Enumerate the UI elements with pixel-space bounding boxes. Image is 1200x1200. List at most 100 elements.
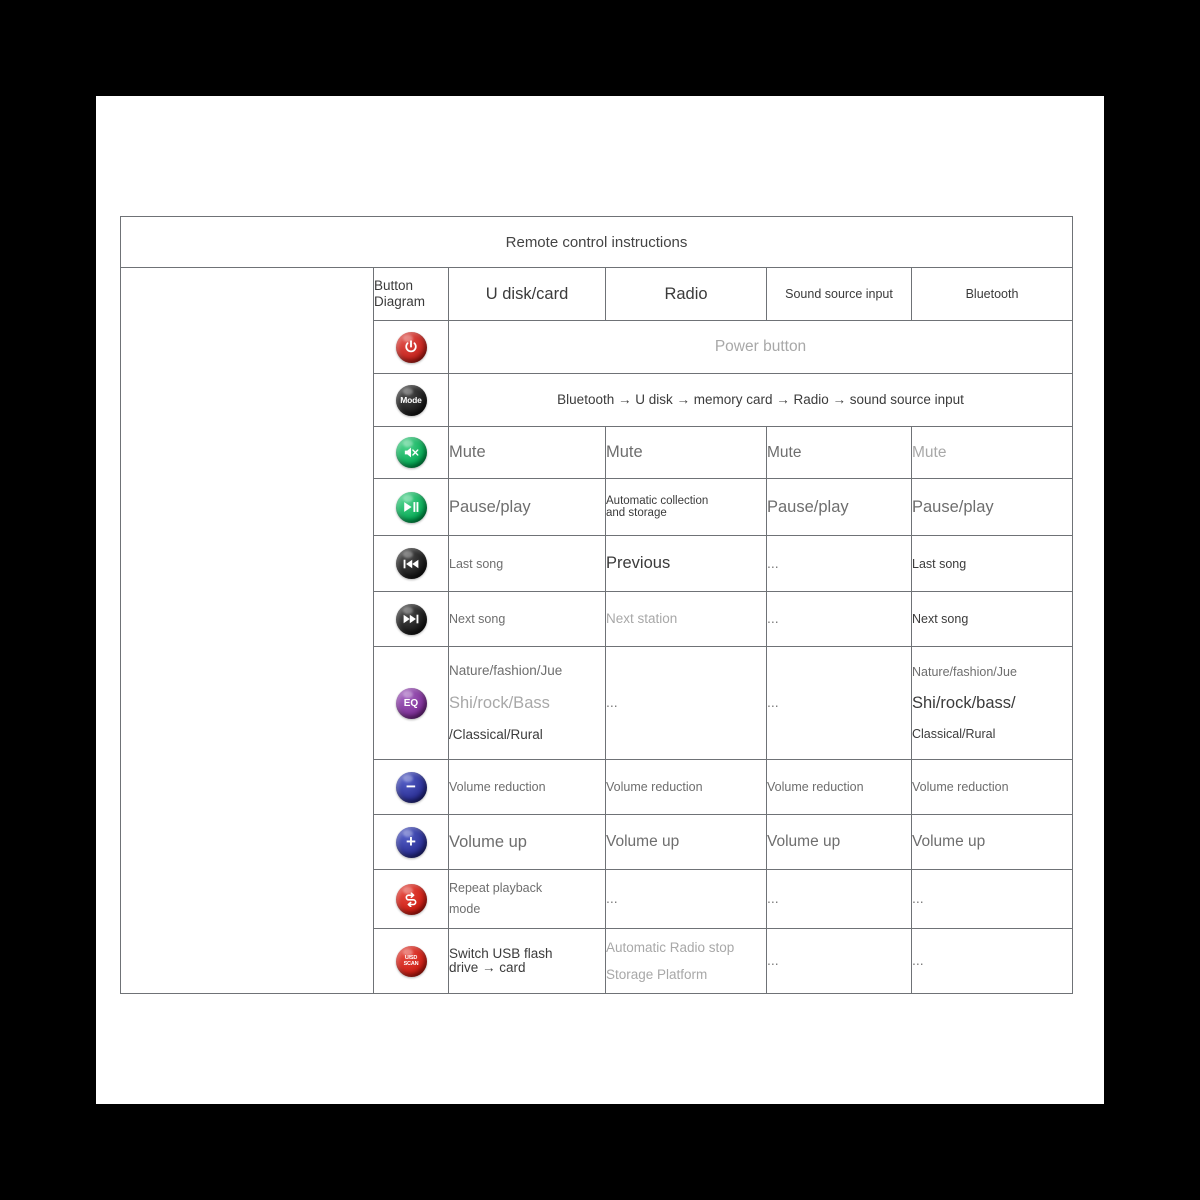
play-pause-button-icon [395,491,427,523]
eq-bluetooth-line3: Classical/Rural [912,727,996,741]
cell-volume-up-aux: Volume up [766,814,912,870]
eq-icon-label: EQ [403,697,419,709]
next-radio-text: Next station [606,611,678,626]
cell-mode-description: Bluetooth → U disk → memory card → Radio… [447,373,1074,427]
play-aux-text: Pause/play [767,497,849,516]
document-page: Mode [96,96,1104,1104]
header-button-diagram: Button Diagram [373,267,449,321]
volume-up-aux-text: Volume up [767,833,841,850]
mode-icon-label: Mode [400,395,422,405]
cell-repeat-u-disk: Repeat playback mode [448,869,606,929]
cell-volume-up-radio: Volume up [605,814,767,870]
usd-radio-line2: Storage Platform [606,967,708,982]
cell-mute-u-disk: Mute [448,426,606,479]
cell-play-bluetooth: Pause/play [910,478,1074,536]
usd-icon-line-2: SCAN [403,961,419,967]
volume-up-bluetooth-text: Volume up [912,833,986,850]
minus-icon: − [406,777,416,796]
header-bluetooth: Bluetooth [910,267,1074,321]
row-icon-previous [373,535,449,592]
previous-bluetooth-text: Last song [912,556,967,571]
cell-repeat-radio: ... [605,869,767,929]
screenshot-canvas: Mode [0,0,1200,1200]
usd-scan-button-icon: U/SD SCAN [395,945,427,977]
cell-volume-down-bluetooth: Volume reduction [910,759,1074,815]
cell-next-u-disk: Next song [448,591,606,647]
mute-icon [404,447,419,458]
cell-previous-bluetooth: Last song [910,535,1074,592]
table-header-row: Button Diagram U disk/card Radio Sound s… [120,267,1074,994]
cell-eq-bluetooth: Nature/fashion/Jue Shi/rock/bass/ Classi… [910,646,1074,760]
plus-icon: + [406,832,416,851]
page-title: Remote control instructions [119,216,1074,268]
next-button-icon [395,603,427,635]
mute-radio-text: Mute [606,443,643,461]
next-aux-text: ... [767,610,779,626]
header-sound-source-input-label: Sound source input [785,287,893,301]
eq-u-disk-line3: /Classical/Rural [449,727,543,742]
usd-bluetooth-text: ... [912,952,924,968]
mode-button-icon: Mode [395,384,427,416]
next-u-disk-text: Next song [449,612,506,626]
header-radio-label: Radio [664,284,708,303]
play-bluetooth-text: Pause/play [912,497,994,516]
cell-play-aux: Pause/play [766,478,912,536]
cell-previous-aux: ... [766,535,912,592]
cell-repeat-bluetooth: ... [910,869,1074,929]
cell-next-radio: Next station [605,591,767,647]
volume-down-u-disk-text: Volume reduction [449,780,546,794]
cell-usd-aux: ... [766,928,912,994]
cell-usd-u-disk: Switch USB flash drive → card [448,928,606,994]
cell-usd-bluetooth: ... [910,928,1074,994]
cell-mute-radio: Mute [605,426,767,479]
previous-track-icon [403,559,419,568]
cell-mute-aux: Mute [766,426,912,479]
row-icon-volume-up: + [373,814,449,870]
play-u-disk-text: Pause/play [449,497,531,516]
repeat-icon [405,891,417,907]
header-button-diagram-line1: Button [374,278,414,293]
header-u-disk-card-label: U disk/card [485,284,569,303]
cell-play-radio: Automatic collection and storage [605,478,767,536]
next-track-icon [403,614,419,624]
page-title-text: Remote control instructions [505,233,688,251]
cell-volume-up-u-disk: Volume up [448,814,606,870]
mute-u-disk-text: Mute [449,443,486,461]
header-bluetooth-label: Bluetooth [965,287,1019,301]
row-icon-usd-scan: U/SD SCAN [373,928,449,994]
cell-power-description: Power button [447,320,1074,374]
repeat-aux-text: ... [767,890,779,906]
cell-previous-u-disk: Last song [448,535,606,592]
cell-eq-aux: ... [766,646,912,760]
cell-usd-radio: Automatic Radio stop Storage Platform [605,928,767,994]
previous-aux-text: ... [767,554,779,571]
volume-down-button-icon: − [395,771,427,803]
row-icon-play-pause [373,478,449,536]
volume-up-radio-text: Volume up [606,833,680,850]
power-description-text: Power button [714,338,807,355]
volume-down-radio-text: Volume reduction [606,780,703,794]
row-icon-eq: EQ [373,646,449,760]
mute-button-icon [395,437,427,468]
eq-button-icon: EQ [395,687,427,719]
remote-image-cell [120,267,374,994]
power-button-icon [395,331,427,363]
previous-radio-text: Previous [606,554,671,572]
header-sound-source-input: Sound source input [766,267,912,321]
remote-control-instructions-table: Remote control instructions Button Diagr… [119,216,1074,994]
cell-previous-radio: Previous [605,535,767,592]
cell-volume-down-radio: Volume reduction [605,759,767,815]
mute-bluetooth-text: Mute [912,443,947,461]
usd-aux-text: ... [767,952,779,968]
cell-repeat-aux: ... [766,869,912,929]
next-bluetooth-text: Next song [912,612,969,626]
mute-aux-text: Mute [767,443,802,461]
row-icon-mode: Mode [373,373,449,427]
previous-button-icon [395,548,427,579]
eq-radio-text: ... [606,694,618,710]
volume-down-bluetooth-text: Volume reduction [912,780,1009,794]
cell-volume-up-bluetooth: Volume up [910,814,1074,870]
cell-next-bluetooth: Next song [910,591,1074,647]
repeat-u-disk-line2: mode [449,902,481,916]
eq-aux-text: ... [767,694,779,710]
